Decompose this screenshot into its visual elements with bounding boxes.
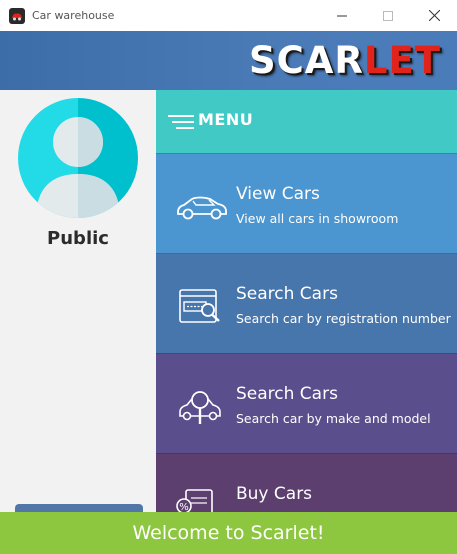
brand-part1: SCAR — [248, 39, 364, 82]
menu-item-search-by-registration[interactable]: Search Cars Search car by registration n… — [156, 254, 457, 353]
maximize-icon — [383, 10, 393, 21]
menu-item-subtitle: Search car by make and model — [236, 411, 431, 426]
user-avatar-icon — [18, 98, 138, 218]
menu-item-title: Buy Cars — [236, 484, 313, 504]
close-button[interactable] — [411, 0, 457, 31]
app-car-icon — [9, 7, 25, 24]
status-footer: Welcome to Scarlet! — [0, 512, 457, 554]
menu-item-title: Search Cars — [236, 384, 338, 404]
brand-part2: LET — [363, 39, 441, 82]
registration-search-icon — [179, 289, 220, 323]
menu-item-search-by-make-model[interactable]: Search Cars Search car by make and model — [156, 354, 457, 453]
maximize-button[interactable] — [365, 0, 411, 31]
profile-panel: Public — [0, 90, 156, 554]
menu-item-title: Search Cars — [236, 284, 338, 304]
window-title: Car warehouse — [32, 9, 115, 22]
menu-label: MENU — [198, 110, 254, 129]
app-header: SCARLET — [0, 31, 457, 90]
hamburger-icon — [168, 115, 194, 129]
username-label: Public — [47, 228, 109, 249]
menu-item-title: View Cars — [236, 184, 320, 204]
close-icon — [428, 10, 440, 21]
minimize-button[interactable] — [319, 0, 365, 31]
menu-header[interactable]: MENU — [156, 90, 457, 153]
brand-logo: SCARLET — [249, 40, 441, 82]
minimize-icon — [337, 15, 347, 16]
menu-item-subtitle: Search car by registration number — [236, 311, 451, 326]
window-titlebar: Car warehouse — [0, 0, 457, 31]
car-search-icon — [179, 391, 221, 424]
menu-item-view-cars[interactable]: View Cars View all cars in showroom — [156, 154, 457, 253]
welcome-message: Welcome to Scarlet! — [132, 522, 325, 544]
menu-item-subtitle: View all cars in showroom — [236, 211, 399, 226]
car-icon — [177, 196, 227, 220]
